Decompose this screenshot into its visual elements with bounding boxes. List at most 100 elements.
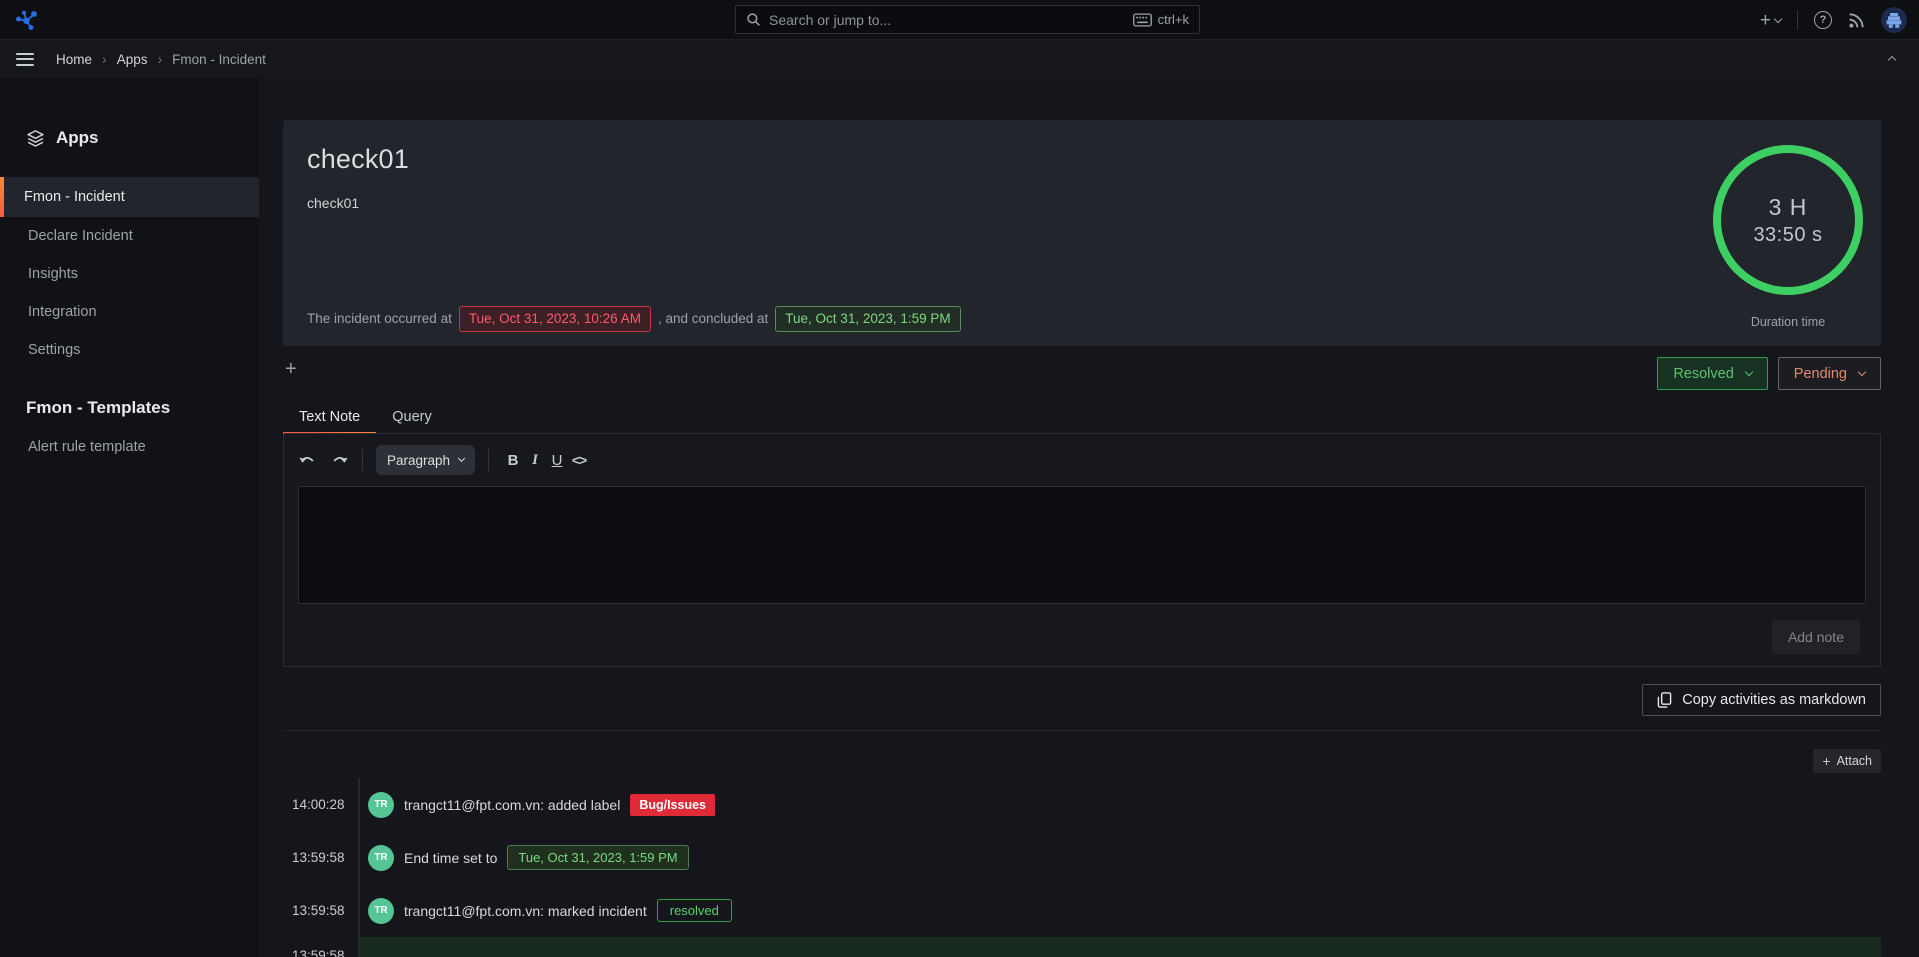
- global-search[interactable]: ctrl+k: [735, 5, 1200, 34]
- chevron-down-icon: [458, 455, 465, 462]
- activity-text: End time set to: [404, 850, 497, 866]
- start-time-chip[interactable]: Tue, Oct 31, 2023, 10:26 AM: [459, 306, 651, 332]
- incident-card: check01 check01 The incident occurred at…: [283, 120, 1881, 346]
- text-note-panel: Paragraph B I U <> Add note: [283, 433, 1881, 667]
- activity-feed: 14:00:28 TR trangct11@fpt.com.vn: added …: [283, 778, 1881, 957]
- layers-icon: [26, 129, 45, 148]
- help-button[interactable]: ?: [1814, 11, 1832, 29]
- search-shortcut: ctrl+k: [1133, 12, 1189, 27]
- activity-body: TR trangct11@fpt.com.vn: added label Bug…: [358, 778, 1881, 831]
- attach-button[interactable]: + Attach: [1813, 749, 1881, 773]
- avatar: TR: [368, 898, 394, 924]
- chevron-up-icon: [1888, 56, 1896, 64]
- pending-dropdown-button[interactable]: Pending: [1778, 357, 1881, 390]
- sidebar-item-alert-rule-template[interactable]: Alert rule template: [0, 428, 259, 466]
- toolbar-divider: [362, 449, 363, 471]
- news-button[interactable]: [1848, 12, 1865, 29]
- status-buttons: Resolved Pending: [1657, 357, 1881, 390]
- search-input[interactable]: [769, 12, 1125, 28]
- italic-button[interactable]: I: [524, 452, 546, 469]
- resolved-dropdown-button[interactable]: Resolved: [1657, 357, 1767, 390]
- duration-hours: 3 H: [1769, 194, 1808, 221]
- top-nav-bar: ctrl+k + ?: [0, 0, 1919, 40]
- chevron-down-icon: [1774, 14, 1782, 22]
- status-badge[interactable]: resolved: [657, 899, 732, 922]
- sidebar-item-settings[interactable]: Settings: [0, 331, 259, 369]
- activity-text: trangct11@fpt.com.vn: added label: [404, 797, 620, 813]
- activity-body: TR End time set to Tue, Oct 31, 2023, 1:…: [358, 831, 1881, 884]
- help-icon: ?: [1814, 11, 1832, 29]
- sidebar-item-integration[interactable]: Integration: [0, 293, 259, 331]
- plus-icon: +: [1822, 753, 1830, 769]
- breadcrumb-home[interactable]: Home: [56, 52, 92, 67]
- occurred-prefix: The incident occurred at: [307, 311, 452, 326]
- undo-icon[interactable]: [298, 453, 316, 468]
- sidebar-item-declare-incident[interactable]: Declare Incident: [0, 217, 259, 255]
- underline-button[interactable]: U: [546, 452, 568, 469]
- tab-text-note[interactable]: Text Note: [283, 400, 376, 435]
- end-time-badge[interactable]: Tue, Oct 31, 2023, 1:59 PM: [507, 845, 688, 870]
- toolbar-divider: [488, 449, 489, 471]
- label-badge[interactable]: Bug/Issues: [630, 794, 715, 816]
- top-nav-right: + ?: [1760, 0, 1907, 40]
- chevron-right-icon: ›: [157, 51, 162, 67]
- activity-body: [358, 937, 1881, 957]
- sidebar-templates-nav: Alert rule template: [0, 428, 259, 466]
- grafana-logo-icon[interactable]: [12, 6, 40, 34]
- activity-row: 14:00:28 TR trangct11@fpt.com.vn: added …: [292, 778, 1881, 831]
- duration-label: Duration time: [1713, 315, 1863, 329]
- incident-times-line: The incident occurred at Tue, Oct 31, 20…: [307, 306, 961, 332]
- nav-divider: [1797, 10, 1798, 30]
- add-panel-button[interactable]: +: [285, 358, 297, 381]
- sidebar-apps-header: Apps: [26, 128, 259, 148]
- chevron-down-icon: [1858, 368, 1866, 376]
- activity-text: trangct11@fpt.com.vn: marked incident: [404, 903, 647, 919]
- copy-activities-button[interactable]: Copy activities as markdown: [1642, 684, 1881, 716]
- breadcrumb-apps[interactable]: Apps: [117, 52, 148, 67]
- main-content: check01 check01 The incident occurred at…: [259, 78, 1919, 957]
- plus-icon: +: [1760, 11, 1771, 30]
- duration-seconds: 33:50 s: [1753, 224, 1822, 247]
- add-note-button[interactable]: Add note: [1772, 620, 1860, 654]
- sidebar-apps-title: Apps: [56, 128, 99, 148]
- breadcrumb: Home › Apps › Fmon - Incident: [56, 51, 266, 67]
- rss-icon: [1848, 12, 1865, 29]
- duration-widget: 3 H 33:50 s Duration time: [1713, 145, 1863, 329]
- activity-timestamp: 13:59:58: [292, 937, 358, 957]
- editor-toolbar: Paragraph B I U <>: [284, 434, 1880, 482]
- activity-timestamp: 13:59:58: [292, 903, 358, 918]
- feed-divider: [283, 730, 1881, 731]
- keyboard-icon: [1133, 13, 1152, 27]
- concluded-prefix: , and concluded at: [658, 311, 768, 326]
- breadcrumb-bar: Home › Apps › Fmon - Incident: [0, 40, 1919, 78]
- breadcrumb-current: Fmon - Incident: [172, 52, 266, 67]
- search-icon: [746, 12, 761, 27]
- sidebar-item-insights[interactable]: Insights: [0, 255, 259, 293]
- chevron-right-icon: ›: [102, 51, 107, 67]
- chevron-down-icon: [1745, 368, 1753, 376]
- menu-toggle-button[interactable]: [16, 53, 34, 66]
- avatar: TR: [368, 845, 394, 871]
- activity-timestamp: 13:59:58: [292, 850, 358, 865]
- activity-timestamp: 14:00:28: [292, 797, 358, 812]
- copy-icon: [1657, 692, 1672, 708]
- new-menu-button[interactable]: +: [1760, 11, 1781, 30]
- note-tabs: Text Note Query: [283, 400, 448, 435]
- user-avatar[interactable]: [1881, 7, 1907, 33]
- duration-ring: 3 H 33:50 s: [1713, 145, 1863, 295]
- avatar: TR: [368, 792, 394, 818]
- end-time-chip[interactable]: Tue, Oct 31, 2023, 1:59 PM: [775, 306, 960, 332]
- sidebar-nav: Fmon - Incident Declare Incident Insight…: [0, 177, 259, 369]
- tab-query[interactable]: Query: [376, 400, 448, 435]
- activity-body: TR trangct11@fpt.com.vn: marked incident…: [358, 884, 1881, 937]
- activity-row: 13:59:58 TR End time set to Tue, Oct 31,…: [292, 831, 1881, 884]
- bold-button[interactable]: B: [502, 452, 524, 469]
- incident-title: check01: [307, 144, 1857, 175]
- sidebar: Apps Fmon - Incident Declare Incident In…: [0, 78, 259, 957]
- code-button[interactable]: <>: [568, 452, 590, 468]
- redo-icon[interactable]: [331, 453, 349, 468]
- collapse-button[interactable]: [1889, 50, 1895, 68]
- sidebar-item-fmon-incident[interactable]: Fmon - Incident: [0, 177, 259, 217]
- note-text-area[interactable]: [298, 486, 1866, 604]
- paragraph-style-select[interactable]: Paragraph: [376, 445, 475, 475]
